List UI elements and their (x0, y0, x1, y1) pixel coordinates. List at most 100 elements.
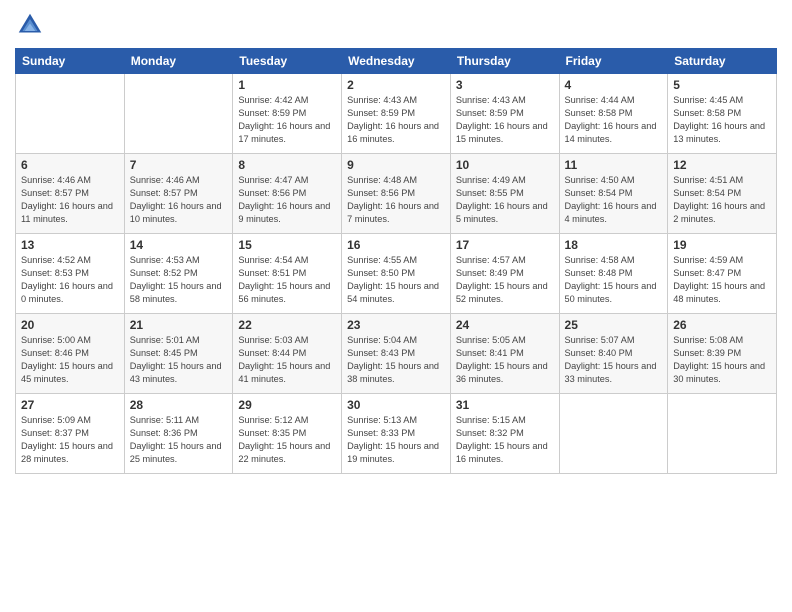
calendar-week-1: 1 Sunrise: 4:42 AM Sunset: 8:59 PM Daylig… (16, 74, 777, 154)
day-number: 30 (347, 398, 445, 412)
day-info: Sunrise: 4:42 AM Sunset: 8:59 PM Dayligh… (238, 94, 336, 146)
day-number: 14 (130, 238, 228, 252)
calendar-cell: 6 Sunrise: 4:46 AM Sunset: 8:57 PM Daylig… (16, 154, 125, 234)
day-info: Sunrise: 4:58 AM Sunset: 8:48 PM Dayligh… (565, 254, 663, 306)
day-info: Sunrise: 5:05 AM Sunset: 8:41 PM Dayligh… (456, 334, 554, 386)
calendar-cell: 22Sunrise: 5:03 AM Sunset: 8:44 PM Dayli… (233, 314, 342, 394)
day-number: 20 (21, 318, 119, 332)
day-number: 22 (238, 318, 336, 332)
calendar-cell (124, 74, 233, 154)
day-number: 4 (565, 78, 663, 92)
day-number: 9 (347, 158, 445, 172)
day-number: 3 (456, 78, 554, 92)
day-number: 1 (238, 78, 336, 92)
day-info: Sunrise: 4:49 AM Sunset: 8:55 PM Dayligh… (456, 174, 554, 226)
day-info: Sunrise: 4:44 AM Sunset: 8:58 PM Dayligh… (565, 94, 663, 146)
day-info: Sunrise: 4:57 AM Sunset: 8:49 PM Dayligh… (456, 254, 554, 306)
day-number: 27 (21, 398, 119, 412)
day-info: Sunrise: 5:15 AM Sunset: 8:32 PM Dayligh… (456, 414, 554, 466)
weekday-header-sunday: Sunday (16, 49, 125, 74)
day-info: Sunrise: 4:46 AM Sunset: 8:57 PM Dayligh… (21, 174, 119, 226)
day-number: 11 (565, 158, 663, 172)
day-number: 8 (238, 158, 336, 172)
calendar-cell: 10 Sunrise: 4:49 AM Sunset: 8:55 PM Dayli… (450, 154, 559, 234)
day-info: Sunrise: 5:12 AM Sunset: 8:35 PM Dayligh… (238, 414, 336, 466)
weekday-header-wednesday: Wednesday (342, 49, 451, 74)
calendar-cell: 7 Sunrise: 4:46 AM Sunset: 8:57 PM Daylig… (124, 154, 233, 234)
calendar-cell (16, 74, 125, 154)
day-info: Sunrise: 5:04 AM Sunset: 8:43 PM Dayligh… (347, 334, 445, 386)
calendar-cell: 9 Sunrise: 4:48 AM Sunset: 8:56 PM Daylig… (342, 154, 451, 234)
logo (15, 10, 49, 40)
day-info: Sunrise: 4:54 AM Sunset: 8:51 PM Dayligh… (238, 254, 336, 306)
day-number: 26 (673, 318, 771, 332)
day-number: 15 (238, 238, 336, 252)
calendar-cell: 20 Sunrise: 5:00 AM Sunset: 8:46 PM Dayli… (16, 314, 125, 394)
calendar-cell: 25 Sunrise: 5:07 AM Sunset: 8:40 PM Dayli… (559, 314, 668, 394)
day-info: Sunrise: 5:01 AM Sunset: 8:45 PM Dayligh… (130, 334, 228, 386)
calendar-body: 1 Sunrise: 4:42 AM Sunset: 8:59 PM Daylig… (16, 74, 777, 474)
calendar-cell: 17 Sunrise: 4:57 AM Sunset: 8:49 PM Dayli… (450, 234, 559, 314)
header (15, 10, 777, 40)
day-info: Sunrise: 5:08 AM Sunset: 8:39 PM Dayligh… (673, 334, 771, 386)
calendar-cell: 24 Sunrise: 5:05 AM Sunset: 8:41 PM Dayli… (450, 314, 559, 394)
day-info: Sunrise: 4:53 AM Sunset: 8:52 PM Dayligh… (130, 254, 228, 306)
calendar-cell: 28Sunrise: 5:11 AM Sunset: 8:36 PM Dayli… (124, 394, 233, 474)
day-info: Sunrise: 4:43 AM Sunset: 8:59 PM Dayligh… (347, 94, 445, 146)
day-number: 18 (565, 238, 663, 252)
calendar-cell: 12Sunrise: 4:51 AM Sunset: 8:54 PM Dayli… (668, 154, 777, 234)
calendar-cell: 15 Sunrise: 4:54 AM Sunset: 8:51 PM Dayli… (233, 234, 342, 314)
day-number: 25 (565, 318, 663, 332)
day-number: 21 (130, 318, 228, 332)
calendar-cell: 14 Sunrise: 4:53 AM Sunset: 8:52 PM Dayli… (124, 234, 233, 314)
day-number: 12 (673, 158, 771, 172)
calendar-cell: 30Sunrise: 5:13 AM Sunset: 8:33 PM Dayli… (342, 394, 451, 474)
calendar-cell: 19Sunrise: 4:59 AM Sunset: 8:47 PM Dayli… (668, 234, 777, 314)
calendar-week-5: 27 Sunrise: 5:09 AM Sunset: 8:37 PM Dayli… (16, 394, 777, 474)
day-info: Sunrise: 4:52 AM Sunset: 8:53 PM Dayligh… (21, 254, 119, 306)
calendar-cell: 11 Sunrise: 4:50 AM Sunset: 8:54 PM Dayli… (559, 154, 668, 234)
calendar-cell: 21 Sunrise: 5:01 AM Sunset: 8:45 PM Dayli… (124, 314, 233, 394)
day-number: 2 (347, 78, 445, 92)
day-number: 7 (130, 158, 228, 172)
calendar-week-3: 13 Sunrise: 4:52 AM Sunset: 8:53 PM Dayli… (16, 234, 777, 314)
day-info: Sunrise: 4:55 AM Sunset: 8:50 PM Dayligh… (347, 254, 445, 306)
day-info: Sunrise: 4:47 AM Sunset: 8:56 PM Dayligh… (238, 174, 336, 226)
logo-icon (15, 10, 45, 40)
weekday-header-thursday: Thursday (450, 49, 559, 74)
calendar-cell: 23Sunrise: 5:04 AM Sunset: 8:43 PM Dayli… (342, 314, 451, 394)
day-number: 13 (21, 238, 119, 252)
weekday-header-row: SundayMondayTuesdayWednesdayThursdayFrid… (16, 49, 777, 74)
day-number: 19 (673, 238, 771, 252)
calendar-table: SundayMondayTuesdayWednesdayThursdayFrid… (15, 48, 777, 474)
calendar-cell: 16 Sunrise: 4:55 AM Sunset: 8:50 PM Dayli… (342, 234, 451, 314)
weekday-header-friday: Friday (559, 49, 668, 74)
calendar-cell (668, 394, 777, 474)
day-info: Sunrise: 4:50 AM Sunset: 8:54 PM Dayligh… (565, 174, 663, 226)
calendar-cell: 4 Sunrise: 4:44 AM Sunset: 8:58 PM Daylig… (559, 74, 668, 154)
calendar-cell: 13 Sunrise: 4:52 AM Sunset: 8:53 PM Dayli… (16, 234, 125, 314)
day-info: Sunrise: 5:00 AM Sunset: 8:46 PM Dayligh… (21, 334, 119, 386)
calendar-cell: 8 Sunrise: 4:47 AM Sunset: 8:56 PM Daylig… (233, 154, 342, 234)
calendar-cell: 3Sunrise: 4:43 AM Sunset: 8:59 PM Daylig… (450, 74, 559, 154)
weekday-header-tuesday: Tuesday (233, 49, 342, 74)
day-number: 17 (456, 238, 554, 252)
day-info: Sunrise: 5:07 AM Sunset: 8:40 PM Dayligh… (565, 334, 663, 386)
calendar-cell: 27 Sunrise: 5:09 AM Sunset: 8:37 PM Dayli… (16, 394, 125, 474)
calendar-week-4: 20 Sunrise: 5:00 AM Sunset: 8:46 PM Dayli… (16, 314, 777, 394)
page: SundayMondayTuesdayWednesdayThursdayFrid… (0, 0, 792, 612)
calendar-cell: 2 Sunrise: 4:43 AM Sunset: 8:59 PM Daylig… (342, 74, 451, 154)
day-info: Sunrise: 4:48 AM Sunset: 8:56 PM Dayligh… (347, 174, 445, 226)
day-number: 28 (130, 398, 228, 412)
calendar-cell: 26 Sunrise: 5:08 AM Sunset: 8:39 PM Dayli… (668, 314, 777, 394)
day-number: 29 (238, 398, 336, 412)
day-number: 24 (456, 318, 554, 332)
day-number: 16 (347, 238, 445, 252)
calendar-cell (559, 394, 668, 474)
day-info: Sunrise: 5:09 AM Sunset: 8:37 PM Dayligh… (21, 414, 119, 466)
day-number: 5 (673, 78, 771, 92)
day-number: 10 (456, 158, 554, 172)
day-number: 6 (21, 158, 119, 172)
calendar-cell: 1 Sunrise: 4:42 AM Sunset: 8:59 PM Daylig… (233, 74, 342, 154)
day-info: Sunrise: 4:46 AM Sunset: 8:57 PM Dayligh… (130, 174, 228, 226)
